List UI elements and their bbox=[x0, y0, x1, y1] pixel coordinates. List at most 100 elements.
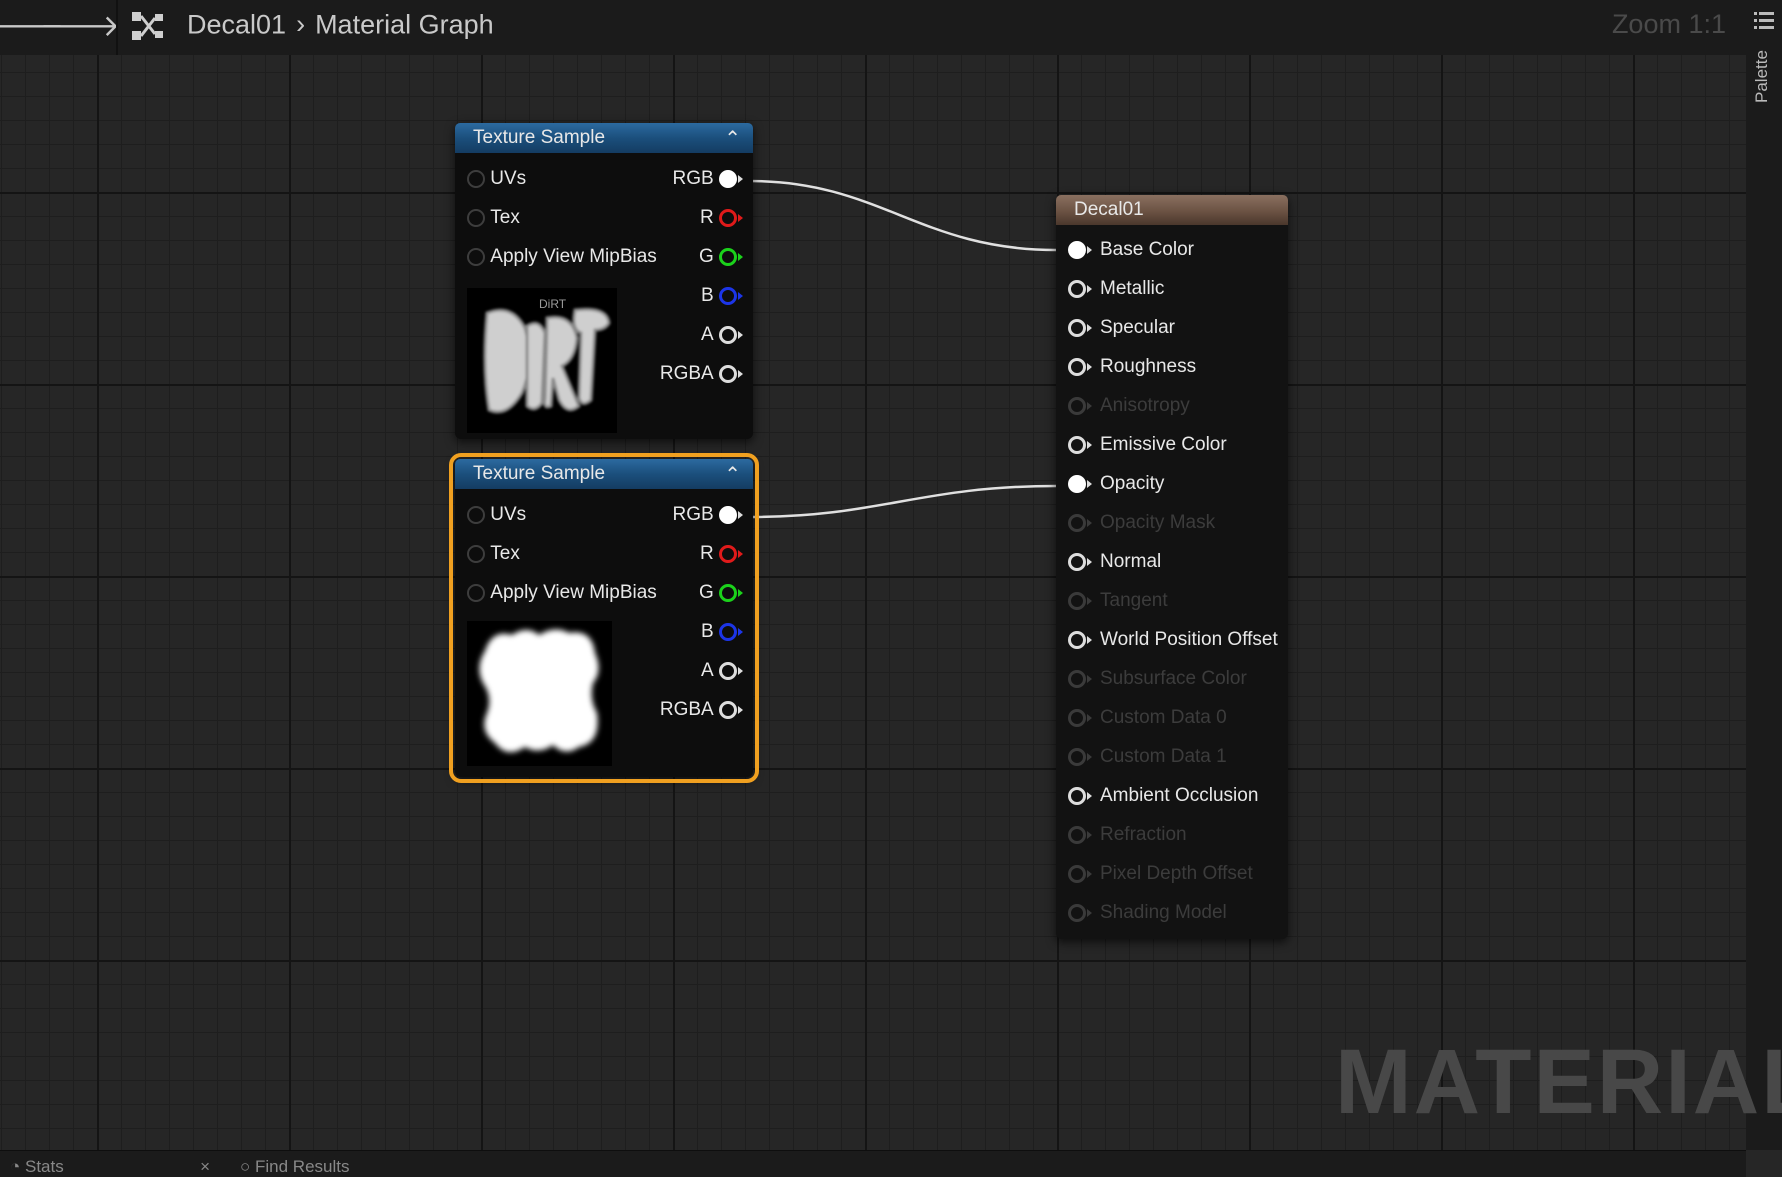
pin-label: Base Color bbox=[1100, 239, 1194, 260]
pin-icon[interactable] bbox=[719, 365, 737, 383]
output-pin-b[interactable]: B bbox=[701, 285, 743, 311]
pin-label: R bbox=[699, 207, 714, 228]
input-pin-apply-view-mipbias[interactable]: Apply View MipBias bbox=[467, 246, 657, 272]
pin-icon[interactable] bbox=[467, 170, 485, 188]
input-pin-ambient-occlusion[interactable]: Ambient Occlusion bbox=[1068, 785, 1258, 811]
input-pin-normal[interactable]: Normal bbox=[1068, 551, 1161, 577]
list-icon[interactable] bbox=[1754, 10, 1774, 32]
pin-icon[interactable] bbox=[1068, 319, 1086, 337]
pin-icon bbox=[1068, 670, 1086, 688]
texture-preview-dirt: DiRT bbox=[467, 288, 617, 433]
output-pin-g[interactable]: G bbox=[699, 582, 743, 608]
pin-arrow-icon bbox=[1087, 597, 1092, 605]
breadcrumb-asset[interactable]: Decal01 bbox=[187, 9, 286, 39]
pin-icon[interactable] bbox=[1068, 553, 1086, 571]
pin-label: Custom Data 0 bbox=[1100, 707, 1227, 728]
right-sidebar bbox=[1746, 0, 1782, 1150]
pin-label: Metallic bbox=[1100, 278, 1165, 299]
pin-icon[interactable] bbox=[719, 701, 737, 719]
pin-label: Refraction bbox=[1100, 824, 1187, 845]
input-pin-tex[interactable]: Tex bbox=[467, 543, 520, 569]
pin-icon[interactable] bbox=[719, 287, 737, 305]
output-pin-a[interactable]: A bbox=[701, 324, 743, 350]
input-pin-specular[interactable]: Specular bbox=[1068, 317, 1175, 343]
pin-icon[interactable] bbox=[467, 209, 485, 227]
node-header[interactable]: Texture Sample ⌃ bbox=[455, 123, 753, 153]
pin-label: Specular bbox=[1100, 317, 1175, 338]
find-results-tab[interactable]: ○ Find Results bbox=[240, 1157, 349, 1177]
pin-icon[interactable] bbox=[719, 326, 737, 344]
output-pin-r[interactable]: R bbox=[700, 207, 743, 233]
palette-tab[interactable]: Palette bbox=[1752, 50, 1776, 110]
pin-icon[interactable] bbox=[1068, 475, 1086, 493]
texture-sample-node-selected[interactable]: Texture Sample ⌃ UVs Tex Apply View MipB… bbox=[449, 453, 759, 783]
output-pin-rgba[interactable]: RGBA bbox=[660, 699, 743, 725]
input-pin-roughness[interactable]: Roughness bbox=[1068, 356, 1196, 382]
pin-icon[interactable] bbox=[1068, 787, 1086, 805]
pin-icon[interactable] bbox=[719, 623, 737, 641]
back-arrow-icon[interactable]: 🡐 bbox=[0, 8, 64, 44]
breadcrumb: Decal01 › Material Graph bbox=[187, 8, 494, 40]
pin-icon[interactable] bbox=[719, 209, 737, 227]
pin-label: UVs bbox=[490, 504, 527, 525]
input-pin-metallic[interactable]: Metallic bbox=[1068, 278, 1164, 304]
pin-arrow-icon bbox=[1087, 324, 1092, 332]
output-pin-rgb[interactable]: RGB bbox=[673, 504, 743, 530]
output-pin-rgba[interactable]: RGBA bbox=[660, 363, 743, 389]
output-pin-a[interactable]: A bbox=[701, 660, 743, 686]
pin-icon[interactable] bbox=[719, 545, 737, 563]
pin-icon[interactable] bbox=[467, 506, 485, 524]
pin-icon[interactable] bbox=[467, 248, 485, 266]
pin-icon[interactable] bbox=[1068, 241, 1086, 259]
pin-icon[interactable] bbox=[719, 506, 737, 524]
input-pin-opacity[interactable]: Opacity bbox=[1068, 473, 1164, 499]
collapse-icon[interactable]: ⌃ bbox=[724, 460, 741, 490]
pin-icon[interactable] bbox=[1068, 280, 1086, 298]
pin-icon[interactable] bbox=[719, 662, 737, 680]
input-pin-base-color[interactable]: Base Color bbox=[1068, 239, 1194, 265]
pin-icon[interactable] bbox=[1068, 631, 1086, 649]
node-header[interactable]: Texture Sample ⌃ bbox=[455, 459, 753, 489]
pin-arrow-icon bbox=[1087, 480, 1092, 488]
node-title: Decal01 bbox=[1074, 199, 1144, 220]
pin-label: Shading Model bbox=[1100, 902, 1227, 923]
output-pin-rgb[interactable]: RGB bbox=[673, 168, 743, 194]
pin-icon[interactable] bbox=[719, 170, 737, 188]
material-graph-canvas[interactable] bbox=[0, 55, 1746, 1150]
pin-label: Anisotropy bbox=[1100, 395, 1190, 416]
node-title: Texture Sample bbox=[473, 463, 606, 484]
stats-tab[interactable]: ◔ Stats × bbox=[10, 1157, 220, 1177]
output-pin-g[interactable]: G bbox=[699, 246, 743, 272]
input-pin-uvs[interactable]: UVs bbox=[467, 504, 526, 530]
pin-icon[interactable] bbox=[719, 248, 737, 266]
pin-icon[interactable] bbox=[467, 545, 485, 563]
material-result-node[interactable]: Decal01 Base Color Metallic Specular Roughn… bbox=[1056, 195, 1288, 939]
close-icon[interactable]: × bbox=[200, 1157, 210, 1177]
pin-icon[interactable] bbox=[1068, 436, 1086, 454]
collapse-icon[interactable]: ⌃ bbox=[724, 124, 741, 154]
pin-icon[interactable] bbox=[1068, 358, 1086, 376]
input-pin-world-position-offset[interactable]: World Position Offset bbox=[1068, 629, 1278, 655]
pin-arrow-icon bbox=[738, 253, 743, 261]
output-pin-r[interactable]: R bbox=[700, 543, 743, 569]
input-pin-uvs[interactable]: UVs bbox=[467, 168, 526, 194]
pin-icon[interactable] bbox=[719, 584, 737, 602]
stats-tab-label: Stats bbox=[25, 1157, 64, 1176]
pin-icon[interactable] bbox=[467, 584, 485, 602]
breadcrumb-graph[interactable]: Material Graph bbox=[315, 9, 494, 39]
pin-arrow-icon bbox=[1087, 285, 1092, 293]
node-header[interactable]: Decal01 bbox=[1056, 195, 1288, 225]
input-pin-tex[interactable]: Tex bbox=[467, 207, 520, 233]
input-pin-anisotropy: Anisotropy bbox=[1068, 395, 1190, 421]
pin-label: RGBA bbox=[659, 699, 714, 720]
pin-arrow-icon bbox=[1087, 519, 1092, 527]
texture-sample-node[interactable]: Texture Sample ⌃ UVs Tex Apply View MipB… bbox=[455, 123, 753, 439]
forward-arrow-icon[interactable]: 🡒 bbox=[40, 8, 120, 44]
find-results-label: Find Results bbox=[255, 1157, 350, 1176]
input-pin-emissive-color[interactable]: Emissive Color bbox=[1068, 434, 1227, 460]
pin-arrow-icon bbox=[1087, 675, 1092, 683]
pin-arrow-icon bbox=[738, 214, 743, 222]
input-pin-apply-view-mipbias[interactable]: Apply View MipBias bbox=[467, 582, 657, 608]
texture-preview-mask bbox=[467, 621, 612, 766]
output-pin-b[interactable]: B bbox=[701, 621, 743, 647]
